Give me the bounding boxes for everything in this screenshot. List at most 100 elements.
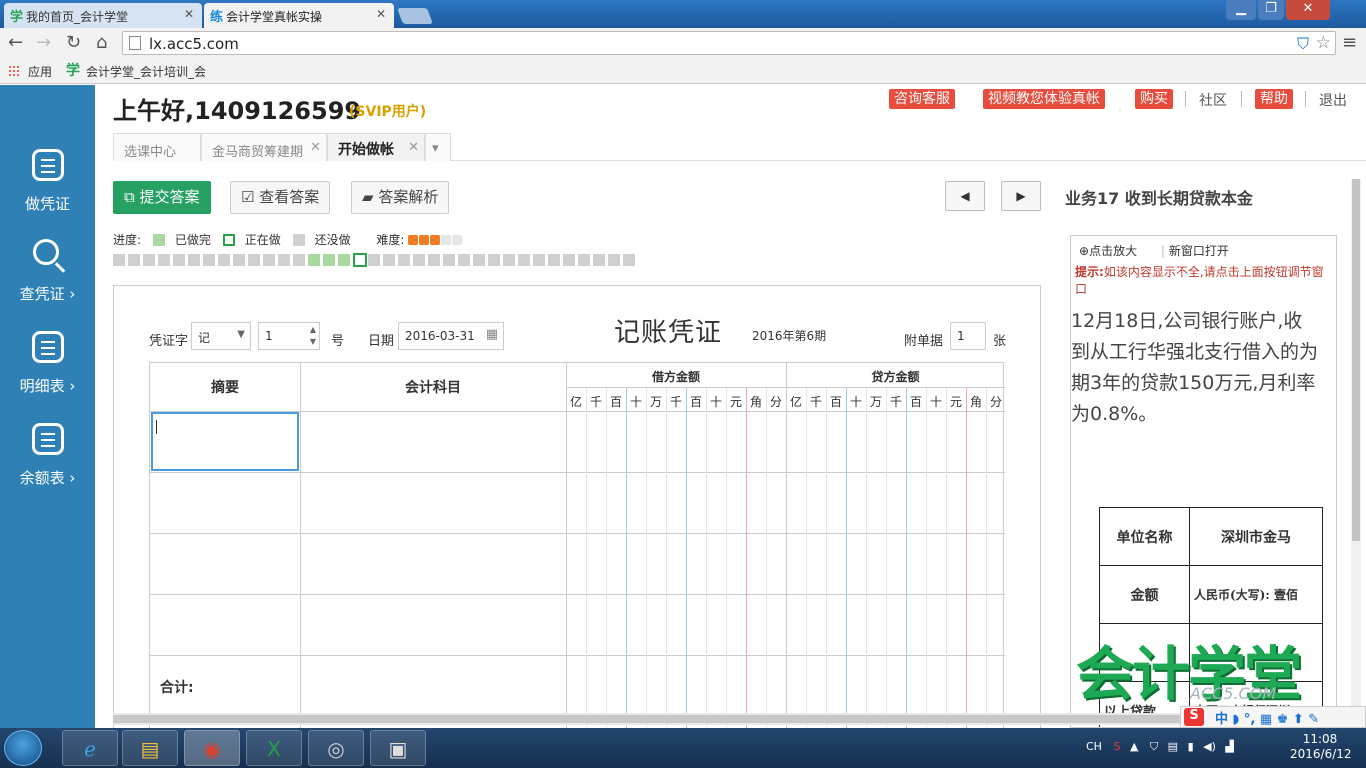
- vertical-scrollbar[interactable]: [1351, 179, 1361, 728]
- new-tab-button[interactable]: [397, 8, 433, 24]
- progress-cell[interactable]: [173, 254, 185, 266]
- attachments-field[interactable]: 1: [950, 322, 986, 350]
- account-input[interactable]: [301, 473, 565, 532]
- progress-cell[interactable]: [473, 254, 485, 266]
- maximize-window-icon[interactable]: ❐: [1258, 0, 1284, 20]
- scrollbar-thumb[interactable]: [1352, 179, 1360, 541]
- progress-cell[interactable]: [533, 254, 545, 266]
- progress-cell[interactable]: [278, 254, 290, 266]
- summary-input[interactable]: [151, 534, 299, 593]
- close-tab-icon[interactable]: ✕: [376, 7, 386, 21]
- summary-input[interactable]: [151, 473, 299, 532]
- horizontal-scrollbar[interactable]: [113, 713, 1366, 725]
- progress-cell[interactable]: [518, 254, 530, 266]
- progress-cell[interactable]: [608, 254, 620, 266]
- browser-menu-icon[interactable]: ≡: [1342, 32, 1357, 53]
- progress-cell[interactable]: [548, 254, 560, 266]
- community-link[interactable]: 社区: [1199, 90, 1227, 110]
- volume-tray-icon[interactable]: ◀): [1203, 740, 1216, 753]
- zoom-link[interactable]: ⊕点击放大: [1079, 242, 1137, 259]
- tab-company-setup[interactable]: 金马商贸筹建期 ✕: [201, 133, 327, 161]
- progress-cell[interactable]: [623, 254, 635, 266]
- account-input[interactable]: [301, 412, 565, 471]
- progress-cell[interactable]: [428, 254, 440, 266]
- voucher-number-stepper[interactable]: 1 ▲ ▼: [258, 322, 320, 350]
- language-indicator[interactable]: CH: [1086, 740, 1102, 753]
- sidebar-item-make-voucher[interactable]: 做凭证: [0, 149, 95, 229]
- progress-cell[interactable]: [233, 254, 245, 266]
- progress-cell[interactable]: [323, 254, 335, 266]
- ime-mode-icon[interactable]: 中 ◗ °, ▦ ♚ ⬆ ✎: [1215, 708, 1319, 727]
- progress-cell[interactable]: [188, 254, 200, 266]
- signal-tray-icon[interactable]: ▟: [1225, 740, 1233, 753]
- progress-cell[interactable]: [383, 254, 395, 266]
- sidebar-item-query-voucher[interactable]: 查凭证 ›: [0, 239, 95, 319]
- summary-input[interactable]: [151, 412, 299, 471]
- reload-icon[interactable]: ↻: [66, 33, 81, 53]
- next-business-button[interactable]: ▶: [1001, 181, 1041, 211]
- video-tutorial-button[interactable]: 视频教您体验真帐: [983, 89, 1105, 109]
- progress-cell[interactable]: [113, 254, 125, 266]
- account-input[interactable]: [301, 534, 565, 593]
- close-tab-icon[interactable]: ✕: [408, 140, 419, 155]
- sidebar-item-detail-ledger[interactable]: 明细表 ›: [0, 331, 95, 411]
- account-input[interactable]: [301, 595, 565, 654]
- date-field[interactable]: 2016-03-31 ▦: [398, 322, 504, 350]
- minimize-window-icon[interactable]: ▁: [1226, 0, 1256, 20]
- progress-cell[interactable]: [143, 254, 155, 266]
- chrome-icon[interactable]: ◉: [184, 730, 240, 766]
- view-answer-button[interactable]: ☑ 查看答案: [230, 181, 331, 214]
- battery-tray-icon[interactable]: ▮: [1188, 740, 1194, 753]
- back-icon[interactable]: ←: [8, 33, 23, 53]
- progress-cell[interactable]: [398, 254, 410, 266]
- bookmark-star-icon[interactable]: ☆: [1316, 33, 1331, 53]
- shield-icon[interactable]: ⛉: [1297, 34, 1309, 54]
- progress-cell[interactable]: [353, 253, 367, 267]
- stepper-arrows-icon[interactable]: ▲ ▼: [310, 324, 316, 348]
- consult-service-button[interactable]: 咨询客服: [889, 89, 955, 109]
- progress-cell[interactable]: [443, 254, 455, 266]
- forward-icon[interactable]: →: [36, 33, 51, 53]
- bookmark-apps[interactable]: 应用: [28, 63, 52, 80]
- sidebar-item-balance-sheet[interactable]: 余额表 ›: [0, 423, 95, 503]
- progress-cell[interactable]: [203, 254, 215, 266]
- previous-business-button[interactable]: ◀: [945, 181, 985, 211]
- progress-cell[interactable]: [578, 254, 590, 266]
- system-clock[interactable]: 11:08 2016/6/12: [1290, 732, 1352, 762]
- progress-cell[interactable]: [338, 254, 350, 266]
- progress-cell[interactable]: [593, 254, 605, 266]
- close-tab-icon[interactable]: ✕: [184, 7, 194, 21]
- network-tray-icon[interactable]: ▤: [1168, 740, 1178, 753]
- apps-grid-icon[interactable]: [8, 65, 20, 77]
- help-button[interactable]: 帮助: [1255, 89, 1293, 109]
- camera-icon[interactable]: ▣: [370, 730, 426, 766]
- logout-link[interactable]: 退出: [1319, 90, 1347, 110]
- voucher-type-select[interactable]: 记 ▼: [191, 322, 251, 350]
- tab-dropdown[interactable]: ▾: [425, 133, 451, 161]
- home-icon[interactable]: ⌂: [96, 33, 107, 53]
- progress-cell[interactable]: [293, 254, 305, 266]
- scrollbar-thumb[interactable]: [113, 715, 1263, 723]
- browser-tab-home[interactable]: 学 我的首页_会计学堂 ✕: [4, 3, 202, 28]
- progress-cell[interactable]: [158, 254, 170, 266]
- windows-start-button[interactable]: [4, 730, 42, 766]
- calendar-icon[interactable]: ▦: [486, 327, 498, 342]
- submit-answer-button[interactable]: ⧉ 提交答案: [113, 181, 211, 214]
- sogou-tray-icon[interactable]: S: [1113, 740, 1120, 753]
- new-window-link[interactable]: | 新窗口打开: [1161, 242, 1229, 259]
- bookmark-site[interactable]: 会计学堂_会计培训_会: [86, 63, 206, 80]
- buy-button[interactable]: 购买: [1135, 89, 1173, 109]
- sogou-ime-icon[interactable]: S: [1184, 708, 1204, 726]
- url-field[interactable]: lx.acc5.com ⛉ ☆: [122, 31, 1336, 55]
- progress-cell[interactable]: [218, 254, 230, 266]
- excel-icon[interactable]: X: [246, 730, 302, 766]
- browser-tab-practice[interactable]: 练 会计学堂真帐实操 ✕: [204, 3, 394, 28]
- internet-explorer-icon[interactable]: ℯ: [62, 730, 118, 766]
- media-player-icon[interactable]: ◎: [308, 730, 364, 766]
- close-tab-icon[interactable]: ✕: [310, 140, 321, 155]
- progress-cell[interactable]: [458, 254, 470, 266]
- answer-analysis-button[interactable]: ▰ 答案解析: [351, 181, 450, 214]
- progress-cell[interactable]: [248, 254, 260, 266]
- close-window-icon[interactable]: ✕: [1286, 0, 1330, 20]
- security-tray-icon[interactable]: ⛉: [1150, 740, 1158, 753]
